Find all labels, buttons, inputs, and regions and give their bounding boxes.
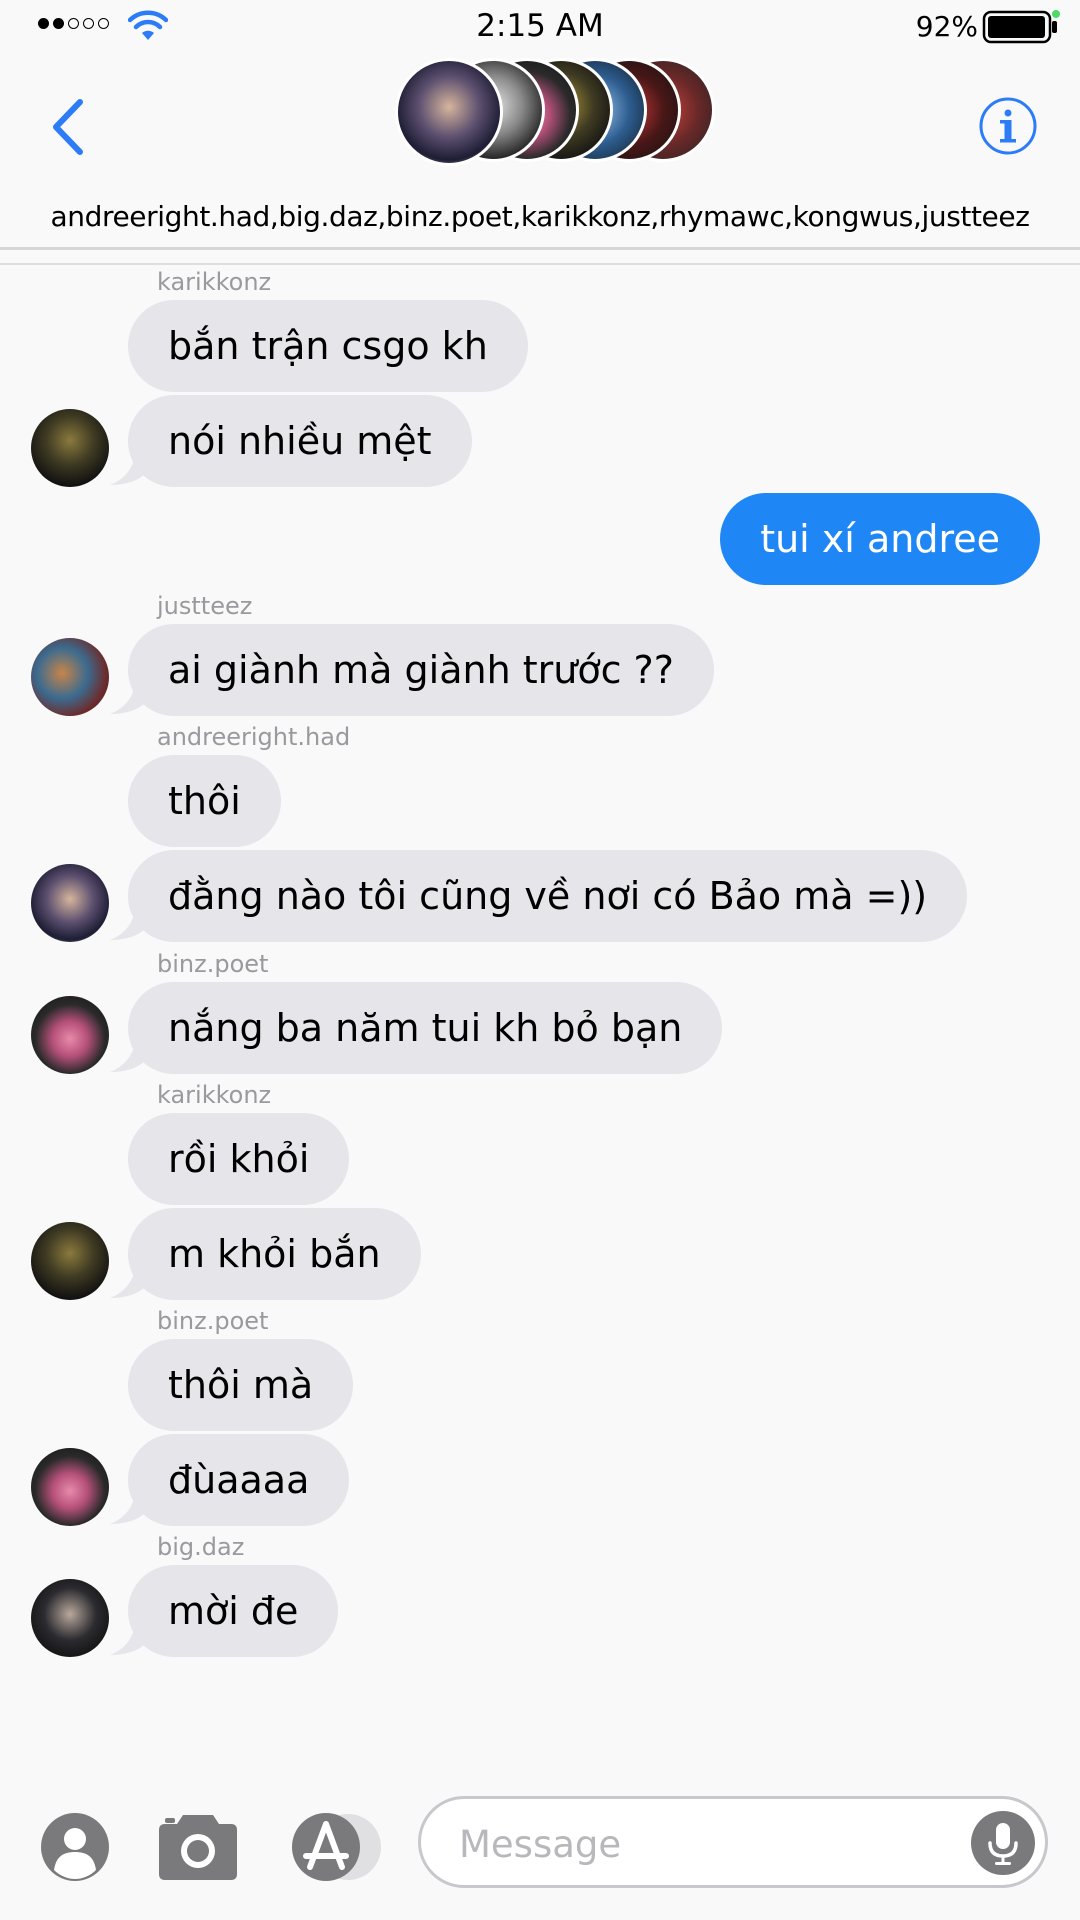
- status-bar: 2:15 AM 92%: [0, 0, 1080, 52]
- group-member-avatar: [395, 58, 503, 166]
- battery-icon: [982, 10, 1060, 44]
- bubble-tail: [110, 676, 146, 714]
- message-bubble[interactable]: thôi mà: [128, 1339, 354, 1431]
- group-members-list[interactable]: andreeright.had,big.daz,binz.poet,karikk…: [0, 200, 1080, 233]
- avatar-binz[interactable]: [31, 996, 109, 1074]
- header-divider: [0, 247, 1080, 250]
- message-bubble[interactable]: mời đe: [128, 1565, 339, 1657]
- info-icon[interactable]: [978, 96, 1038, 156]
- bubble-tail: [110, 447, 146, 485]
- message-bubble[interactable]: m khỏi bắn: [128, 1208, 421, 1300]
- sender-name: binz.poet: [157, 1307, 269, 1335]
- sender-name: binz.poet: [157, 950, 269, 978]
- app-store-icon[interactable]: [290, 1812, 384, 1882]
- message-bubble[interactable]: đằng nào tôi cũng về nơi có Bảo mà =)): [128, 850, 968, 942]
- header-divider: [0, 263, 1080, 265]
- avatar-andreeright[interactable]: [31, 864, 109, 942]
- bubble-tail: [110, 1034, 146, 1072]
- battery-percent: 92%: [915, 10, 978, 43]
- message-input-field[interactable]: [418, 1796, 1048, 1888]
- sender-name: justteez: [157, 592, 253, 620]
- avatar-karikkonz[interactable]: [31, 409, 109, 487]
- avatar-karikkonz[interactable]: [31, 1222, 109, 1300]
- microphone-icon: [988, 1823, 1018, 1865]
- message-bubble[interactable]: thôi: [128, 755, 281, 847]
- avatar-justteez[interactable]: [31, 638, 109, 716]
- sender-name: karikkonz: [157, 268, 272, 296]
- sender-name: big.daz: [157, 1533, 245, 1561]
- sender-name: andreeright.had: [157, 723, 351, 751]
- sender-name: karikkonz: [157, 1081, 272, 1109]
- message-bubble[interactable]: đùaaaa: [128, 1434, 350, 1526]
- camera-icon[interactable]: [155, 1812, 241, 1882]
- message-bubble[interactable]: bắn trận csgo kh: [128, 300, 528, 392]
- bubble-tail: [110, 1260, 146, 1298]
- memoji-icon[interactable]: [40, 1812, 110, 1882]
- message-bubble-outgoing[interactable]: tui xí andree: [720, 493, 1040, 585]
- message-bubble[interactable]: nói nhiều mệt: [128, 395, 472, 487]
- bubble-tail: [110, 902, 146, 940]
- bubble-tail: [110, 1617, 146, 1655]
- bubble-tail: [110, 1486, 146, 1524]
- group-avatar-stack[interactable]: [395, 58, 715, 166]
- message-bubble[interactable]: nắng ba năm tui kh bỏ bạn: [128, 982, 723, 1074]
- avatar-binz[interactable]: [31, 1448, 109, 1526]
- message-bubble[interactable]: rồi khỏi: [128, 1113, 350, 1205]
- avatar-bigdaz[interactable]: [31, 1579, 109, 1657]
- message-bubble[interactable]: ai giành mà giành trước ??: [128, 624, 714, 716]
- message-input[interactable]: [457, 1813, 941, 1875]
- microphone-button[interactable]: [971, 1811, 1035, 1875]
- back-chevron-icon[interactable]: [48, 98, 88, 156]
